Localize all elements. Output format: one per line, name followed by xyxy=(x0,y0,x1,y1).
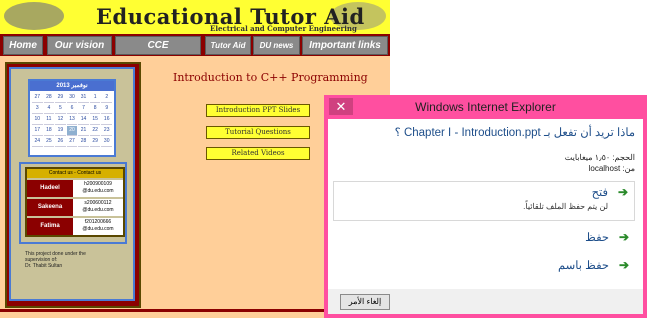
open-option-label: فتح xyxy=(591,187,608,199)
calendar-day[interactable]: 11 xyxy=(43,115,55,125)
calendar-day[interactable]: 27 xyxy=(66,137,78,147)
calendar-day[interactable]: 21 xyxy=(78,126,89,136)
file-source: من: localhost xyxy=(588,164,635,173)
calendar-day[interactable]: 1 xyxy=(89,93,101,103)
open-option[interactable]: ➔ فتح لن يتم حفظ الملف تلقائياً. xyxy=(333,181,635,221)
calendar-day[interactable]: 29 xyxy=(89,137,101,147)
calendar-day[interactable]: 10 xyxy=(32,115,43,125)
contact-row: Hadeel h200900109 @du.edu.com xyxy=(27,180,123,197)
contact-email-domain: @du.edu.com xyxy=(82,207,114,213)
calendar-day[interactable]: 29 xyxy=(55,93,66,103)
calendar-day[interactable]: 16 xyxy=(101,115,112,125)
calendar-day[interactable]: 18 xyxy=(43,126,55,136)
nav-vision-button[interactable]: Our vision xyxy=(47,36,112,55)
calendar-grid: 27 28 29 30 31 1 2 3 4 5 6 7 8 9 10 11 12 13 14 15 16 17 18 19 2… xyxy=(30,91,114,149)
nav-bar: Home Our vision CCE Tutor Aid DU news Im… xyxy=(0,34,390,56)
calendar-day[interactable]: 22 xyxy=(89,126,101,136)
site-banner: Educational Tutor Aid Electrical and Com… xyxy=(0,0,390,35)
contact-row: Sakeena s200600112 @du.edu.com xyxy=(27,199,123,216)
dialog-titlebar: ✕ Windows Internet Explorer xyxy=(324,95,647,119)
calendar-day[interactable]: 28 xyxy=(43,93,55,103)
calendar-header: 2013 نوفمبر xyxy=(30,81,114,91)
file-size: الحجم: ١٫٥٠ ميغابايت xyxy=(564,153,635,162)
calendar-day[interactable]: 23 xyxy=(101,126,112,136)
green-arrow-icon: ➔ xyxy=(618,258,629,272)
calendar-day[interactable]: 27 xyxy=(32,93,43,103)
green-arrow-icon: ➔ xyxy=(617,185,628,199)
dialog-title: Windows Internet Explorer xyxy=(415,100,556,114)
calendar-day[interactable]: 7 xyxy=(78,104,89,114)
contact-email[interactable]: h200900109 @du.edu.com xyxy=(73,180,123,197)
nav-home-button[interactable]: Home xyxy=(3,36,43,55)
dialog-body: ماذا تريد أن تفعل بـ Chapter I - Introdu… xyxy=(328,119,643,289)
project-note-supervisor: Dr. Thabit Sultan xyxy=(25,263,63,269)
dialog-footer: إلغاء الأمر xyxy=(328,289,643,314)
download-question: ماذا تريد أن تفعل بـ Chapter I - Introdu… xyxy=(394,127,635,139)
contact-email-user: s200600112 xyxy=(84,200,112,206)
nav-cce-button[interactable]: CCE xyxy=(115,36,201,55)
calendar-day[interactable]: 26 xyxy=(55,137,66,147)
calendar-widget: 2013 نوفمبر 27 28 29 30 31 1 2 3 4 5 6 7 8 9 10 11 12 13 1… xyxy=(28,79,116,157)
tutorial-questions-button[interactable]: Tutorial Questions xyxy=(206,126,310,139)
calendar-day[interactable]: 17 xyxy=(32,126,43,136)
calendar-day[interactable]: 20 xyxy=(66,126,78,136)
open-option-description: لن يتم حفظ الملف تلقائياً. xyxy=(523,202,608,211)
contact-email[interactable]: f201200666 @du.edu.com xyxy=(73,218,123,235)
calendar-day[interactable]: 9 xyxy=(101,104,112,114)
calendar-day[interactable]: 25 xyxy=(43,137,55,147)
calendar-day[interactable]: 13 xyxy=(66,115,78,125)
banner-decoration-left xyxy=(4,2,64,30)
save-option-label: حفظ xyxy=(585,232,609,244)
contact-email-domain: @du.edu.com xyxy=(82,188,114,194)
contact-email-user: f201200666 xyxy=(84,219,112,225)
nav-du-news-button[interactable]: DU news xyxy=(253,36,300,55)
nav-important-links-button[interactable]: Important links xyxy=(302,36,388,55)
calendar-day[interactable]: 5 xyxy=(55,104,66,114)
calendar-day[interactable]: 2 xyxy=(101,93,112,103)
calendar-day[interactable]: 4 xyxy=(43,104,55,114)
green-arrow-icon: ➔ xyxy=(618,230,629,244)
project-note: This project done under the supervision … xyxy=(25,251,115,269)
course-title: Introduction to C++ Programming xyxy=(173,71,368,84)
save-option[interactable]: ➔ حفظ xyxy=(335,227,635,245)
calendar-day[interactable]: 30 xyxy=(101,137,112,147)
contact-name: Sakeena xyxy=(27,199,73,216)
calendar-day[interactable]: 19 xyxy=(55,126,66,136)
site-subtitle: Electrical and Computer Engineering xyxy=(210,24,357,33)
calendar-day[interactable]: 31 xyxy=(78,93,89,103)
contact-name: Hadeel xyxy=(27,180,73,197)
save-as-option-label: حفظ باسم xyxy=(557,260,609,272)
contact-email-domain: @du.edu.com xyxy=(82,226,114,232)
calendar-day[interactable]: 24 xyxy=(32,137,43,147)
related-videos-button[interactable]: Related Videos xyxy=(206,147,310,160)
contact-row: Fatima f201200666 @du.edu.com xyxy=(27,218,123,235)
calendar-day[interactable]: 28 xyxy=(78,137,89,147)
contact-name: Fatima xyxy=(27,218,73,235)
save-as-option[interactable]: ➔ حفظ باسم xyxy=(335,255,635,273)
calendar-day[interactable]: 3 xyxy=(32,104,43,114)
contact-header: Contact us - Contact us xyxy=(27,169,123,178)
calendar-day[interactable]: 8 xyxy=(89,104,101,114)
contact-email-user: h200900109 xyxy=(84,181,112,187)
calendar-day[interactable]: 12 xyxy=(55,115,66,125)
nav-tutor-aid-button[interactable]: Tutor Aid xyxy=(205,36,251,55)
calendar-day[interactable]: 30 xyxy=(66,93,78,103)
calendar-day[interactable]: 14 xyxy=(78,115,89,125)
calendar-day[interactable]: 6 xyxy=(66,104,78,114)
contact-email[interactable]: s200600112 @du.edu.com xyxy=(73,199,123,216)
contact-table: Contact us - Contact us Hadeel h20090010… xyxy=(25,167,125,237)
intro-ppt-slides-button[interactable]: Introduction PPT Slides xyxy=(206,104,310,117)
cancel-button[interactable]: إلغاء الأمر xyxy=(340,294,390,310)
ie-download-dialog: ✕ Windows Internet Explorer ماذا تريد أن… xyxy=(324,95,647,318)
calendar-day[interactable]: 15 xyxy=(89,115,101,125)
